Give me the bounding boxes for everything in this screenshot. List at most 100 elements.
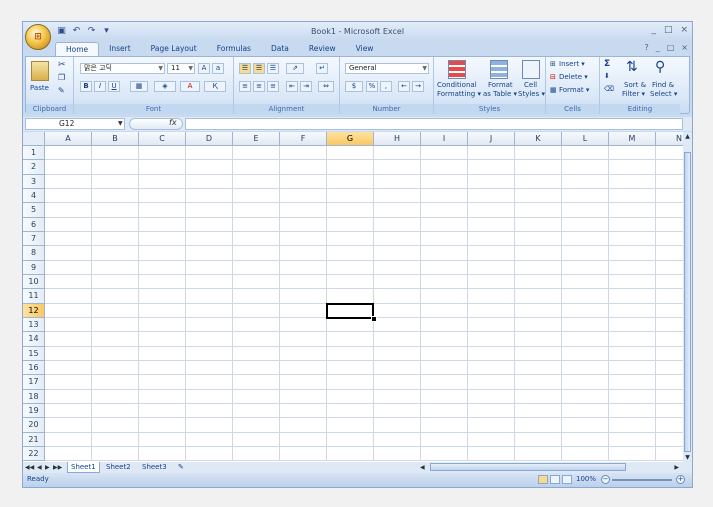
row-header[interactable]: 16 xyxy=(23,360,45,376)
row-header[interactable]: 3 xyxy=(23,174,45,189)
cell-styles-icon[interactable] xyxy=(522,60,540,79)
delete-cells-icon[interactable]: ⊟ xyxy=(550,73,556,81)
shrink-font-icon[interactable]: a xyxy=(212,63,224,74)
row-header[interactable]: 11 xyxy=(23,289,45,304)
number-format-combo[interactable]: General ▼ xyxy=(345,63,429,74)
column-header[interactable]: L xyxy=(562,132,609,146)
row-header[interactable]: 8 xyxy=(23,246,45,261)
format-painter-icon[interactable]: ✎ xyxy=(58,86,65,95)
merge-center-icon[interactable]: ⇔ xyxy=(318,81,334,92)
column-header[interactable]: D xyxy=(186,132,233,146)
align-center-icon[interactable]: ≡ xyxy=(253,81,265,92)
next-sheet-icon[interactable]: ▶ xyxy=(45,462,50,473)
conditional-formatting-icon[interactable] xyxy=(448,60,466,79)
minimize-button[interactable]: _ xyxy=(651,25,656,35)
horizontal-scrollbar[interactable]: ◀ ▶ xyxy=(418,462,681,472)
increase-decimal-icon[interactable]: ← xyxy=(398,81,410,92)
align-left-icon[interactable]: ≡ xyxy=(239,81,251,92)
column-header[interactable]: K xyxy=(515,132,562,146)
align-right-icon[interactable]: ≡ xyxy=(267,81,279,92)
format-table-label-2[interactable]: as Table ▾ xyxy=(483,90,517,98)
row-header[interactable]: 22 xyxy=(23,446,45,462)
decrease-decimal-icon[interactable]: → xyxy=(412,81,424,92)
horizontal-scroll-thumb[interactable] xyxy=(430,463,626,471)
currency-icon[interactable]: $ xyxy=(345,81,363,92)
column-header[interactable]: N xyxy=(656,132,683,146)
zoom-slider[interactable] xyxy=(612,479,672,481)
scroll-left-icon[interactable]: ◀ xyxy=(420,462,425,473)
find-select-label[interactable]: Find & xyxy=(652,81,674,89)
select-all-corner[interactable] xyxy=(23,132,45,146)
tab-view[interactable]: View xyxy=(346,42,384,56)
insert-function-icon[interactable]: fx xyxy=(169,118,177,127)
sort-filter-label-2[interactable]: Filter ▾ xyxy=(622,90,645,98)
font-size-combo[interactable]: 11 ▼ xyxy=(167,63,195,74)
cut-icon[interactable]: ✂ xyxy=(58,60,66,70)
row-header[interactable]: 12 xyxy=(23,303,45,318)
increase-indent-icon[interactable]: ⇥ xyxy=(300,81,312,92)
column-header[interactable]: A xyxy=(45,132,92,146)
row-header[interactable]: 9 xyxy=(23,260,45,275)
wrap-text-icon[interactable]: ↵ xyxy=(316,63,328,74)
workbook-minimize-button[interactable]: _ xyxy=(656,43,660,52)
fill-handle[interactable] xyxy=(371,315,377,322)
row-header[interactable]: 19 xyxy=(23,403,45,419)
scroll-right-icon[interactable]: ▶ xyxy=(674,462,679,473)
grow-font-icon[interactable]: A xyxy=(198,63,210,74)
column-header[interactable]: F xyxy=(280,132,327,146)
fill-icon[interactable]: ⬇ xyxy=(604,72,610,80)
format-as-table-icon[interactable] xyxy=(490,60,508,79)
vertical-scrollbar[interactable]: ▲ ▼ xyxy=(683,132,692,462)
cell-styles-label-2[interactable]: Styles ▾ xyxy=(518,90,545,98)
row-header[interactable]: 5 xyxy=(23,203,45,218)
chevron-down-icon[interactable]: ▼ xyxy=(118,120,123,127)
column-header[interactable]: E xyxy=(233,132,280,146)
tab-insert[interactable]: Insert xyxy=(99,42,141,56)
column-header[interactable]: B xyxy=(92,132,139,146)
insert-cells-icon[interactable]: ⊞ xyxy=(550,60,556,68)
font-name-combo[interactable]: 맑은 고딕 ▼ xyxy=(80,63,165,74)
office-button[interactable]: ⊞ xyxy=(25,24,51,50)
sheet-tab-2[interactable]: Sheet2 xyxy=(103,462,134,472)
phonetic-icon[interactable]: Қ xyxy=(204,81,226,92)
sheet-tab-1[interactable]: Sheet1 xyxy=(67,462,100,473)
conditional-formatting-label-2[interactable]: Formatting ▾ xyxy=(437,90,481,98)
sort-filter-icon[interactable]: ⇅ xyxy=(626,59,638,75)
row-header[interactable]: 10 xyxy=(23,274,45,290)
paste-button[interactable]: Paste xyxy=(30,84,49,92)
help-icon[interactable]: ? xyxy=(644,43,648,52)
row-header[interactable]: 14 xyxy=(23,332,45,347)
find-select-icon[interactable]: ⚲ xyxy=(655,59,665,75)
vertical-scroll-thumb[interactable] xyxy=(684,152,691,452)
row-header[interactable]: 1 xyxy=(23,146,45,161)
decrease-indent-icon[interactable]: ⇤ xyxy=(286,81,298,92)
tab-home[interactable]: Home xyxy=(55,42,100,57)
format-cells-button[interactable]: Format ▾ xyxy=(559,86,589,94)
first-sheet-icon[interactable]: ◀◀ xyxy=(25,462,34,473)
column-header[interactable]: H xyxy=(374,132,421,146)
tab-data[interactable]: Data xyxy=(261,42,299,56)
zoom-in-icon[interactable]: + xyxy=(676,475,685,484)
row-header[interactable]: 15 xyxy=(23,346,45,361)
formula-input[interactable] xyxy=(185,118,683,130)
row-header[interactable]: 21 xyxy=(23,432,45,447)
normal-view-icon[interactable] xyxy=(538,475,548,484)
row-header[interactable]: 17 xyxy=(23,375,45,390)
zoom-out-icon[interactable]: − xyxy=(601,475,610,484)
scroll-up-icon[interactable]: ▲ xyxy=(683,132,692,141)
row-header[interactable]: 20 xyxy=(23,418,45,433)
row-header[interactable]: 18 xyxy=(23,389,45,404)
row-header[interactable]: 13 xyxy=(23,317,45,333)
clear-icon[interactable]: ⌫ xyxy=(604,85,614,93)
bottom-align-icon[interactable]: ☰ xyxy=(267,63,279,74)
cell-styles-label[interactable]: Cell xyxy=(524,81,537,89)
conditional-formatting-label[interactable]: Conditional xyxy=(437,81,477,89)
column-header[interactable]: M xyxy=(609,132,656,146)
bold-button[interactable]: B xyxy=(80,81,92,92)
autosum-icon[interactable]: Σ xyxy=(604,59,610,69)
middle-align-icon[interactable]: ☰ xyxy=(253,63,265,74)
maximize-button[interactable]: □ xyxy=(664,25,673,35)
border-icon[interactable]: ▦ xyxy=(130,81,148,92)
scroll-down-icon[interactable]: ▼ xyxy=(683,453,692,462)
column-header[interactable]: C xyxy=(139,132,186,146)
